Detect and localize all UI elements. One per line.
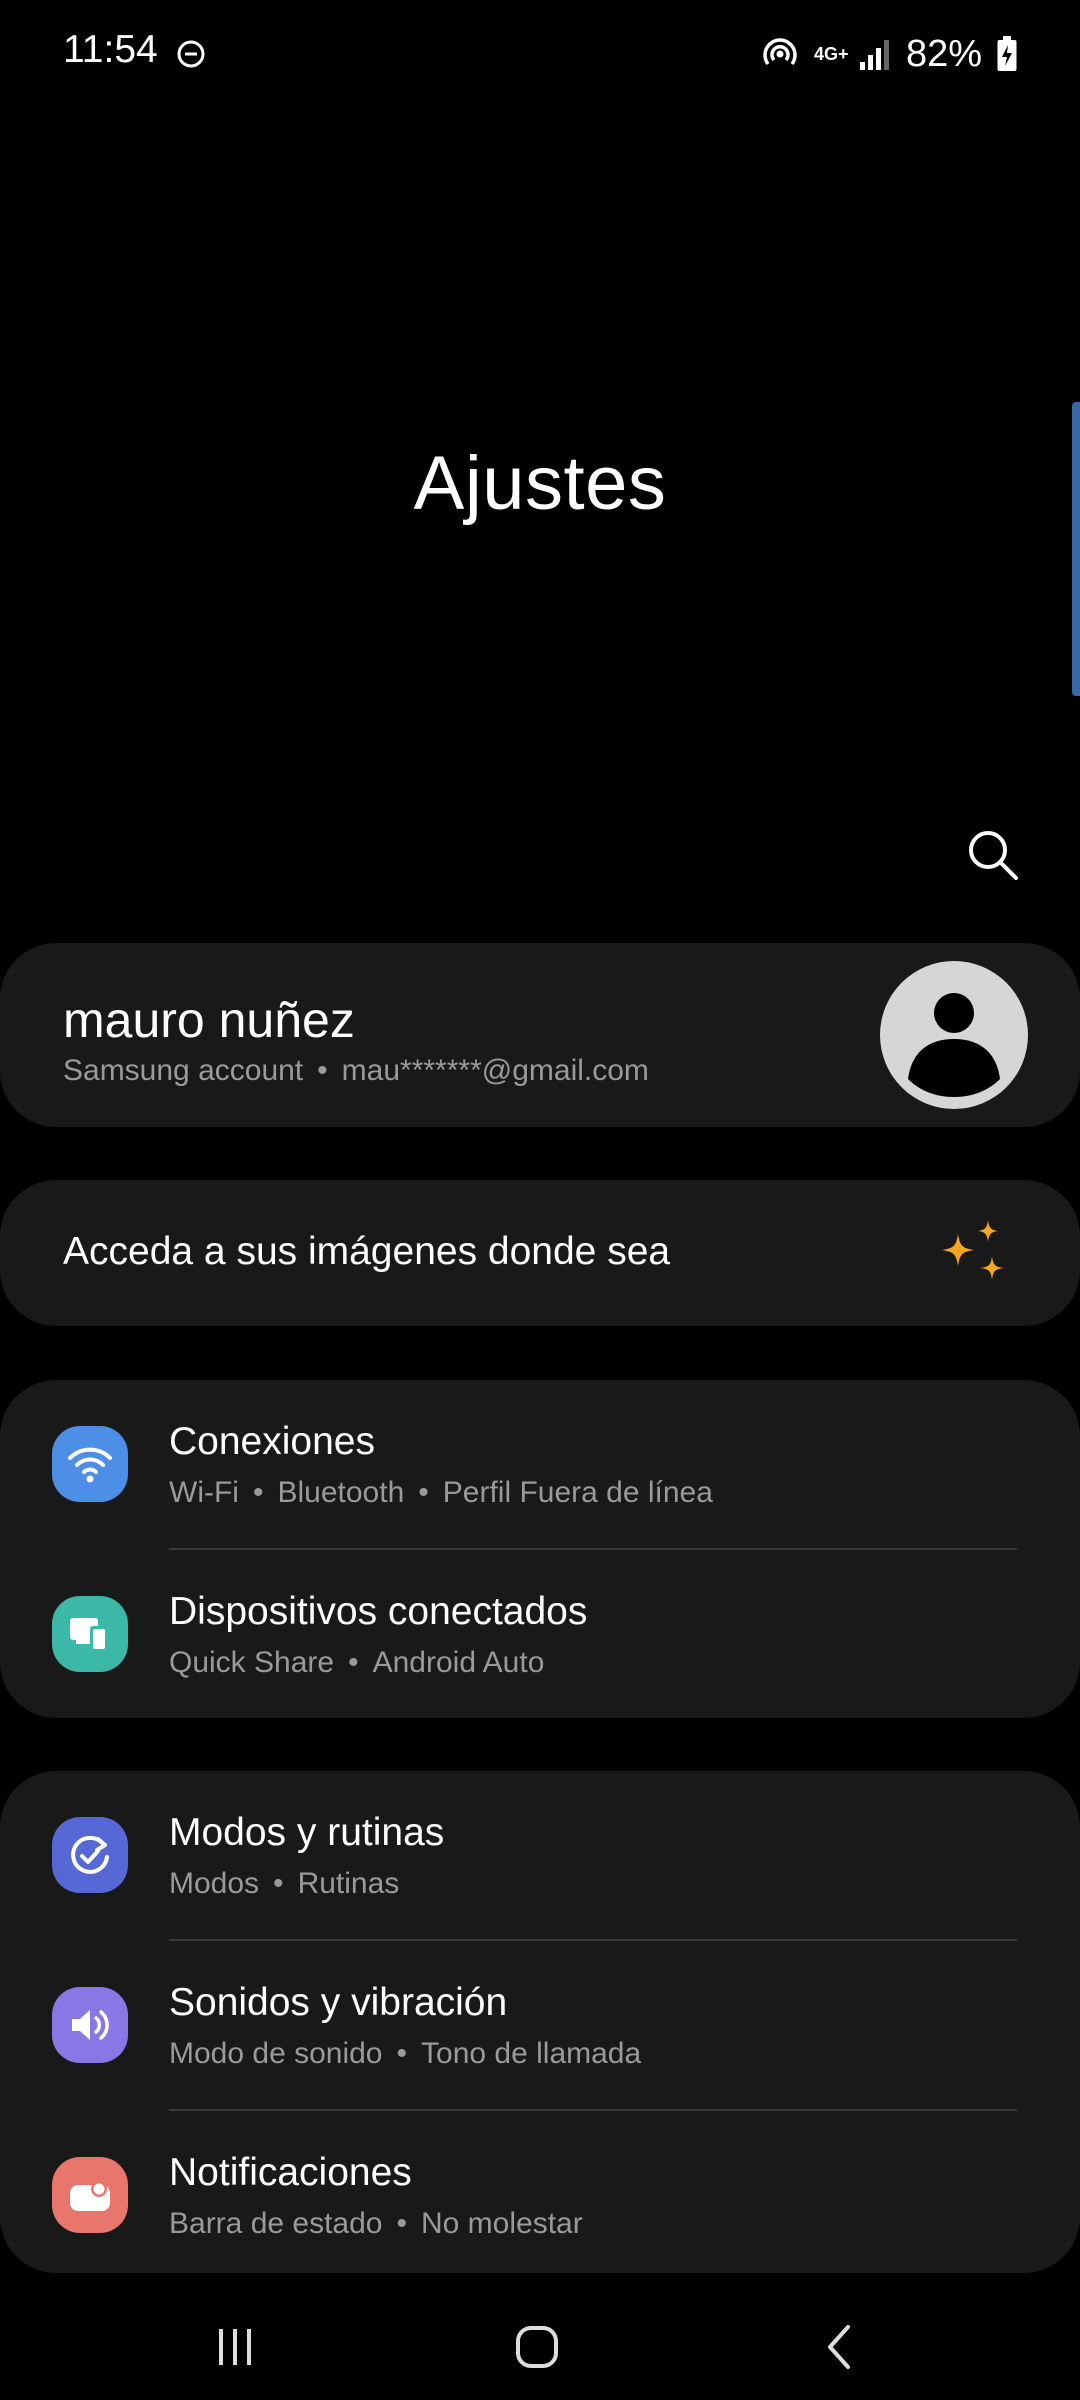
recent-apps-button[interactable] xyxy=(195,2312,275,2382)
status-bar: 11:54 4G+ 82% xyxy=(0,0,1080,110)
setting-item-dispositivos-conectados[interactable]: Dispositivos conectados Quick Share • Andr… xyxy=(0,1550,1080,1718)
setting-subtitle: Modo de sonido • Tono de llamada xyxy=(169,2037,641,2071)
setting-subtitle: Quick Share • Android Auto xyxy=(169,1646,544,1680)
setting-title: Notificaciones xyxy=(169,2151,412,2194)
battery-charging-icon xyxy=(997,36,1017,71)
setting-item-sonidos-vibracion[interactable]: Sonidos y vibración Modo de sonido • Tono … xyxy=(0,1941,1080,2109)
sparkle-icon xyxy=(942,1220,1004,1280)
setting-title: Dispositivos conectados xyxy=(169,1590,588,1633)
page-title: Ajustes xyxy=(413,441,667,526)
separator-dot: • xyxy=(396,2207,407,2240)
subtitle-part: Tono de llamada xyxy=(421,2037,642,2070)
connected-devices-icon xyxy=(52,1596,128,1672)
battery-percent: 82% xyxy=(905,32,982,75)
hotspot-icon xyxy=(763,38,797,66)
subtitle-part: Modo de sonido xyxy=(169,2037,383,2070)
separator-dot: • xyxy=(317,1054,328,1087)
setting-subtitle: Barra de estado • No molestar xyxy=(169,2207,583,2241)
signal-icon xyxy=(859,40,889,70)
account-email: mau*******@gmail.com xyxy=(341,1054,649,1087)
separator-dot: • xyxy=(396,2037,408,2070)
subtitle-part: Perfil Fuera de línea xyxy=(442,1476,713,1509)
back-icon xyxy=(828,2325,850,2369)
setting-title: Conexiones xyxy=(169,1420,375,1463)
account-subtitle: Samsung account • mau*******@gmail.com xyxy=(63,1054,649,1088)
subtitle-part: Quick Share xyxy=(169,1646,335,1679)
promo-card[interactable]: Acceda a sus imágenes donde sea xyxy=(0,1180,1080,1326)
network-type-label: 4G+ xyxy=(813,44,849,64)
status-icons: 4G+ 82% xyxy=(760,26,1018,82)
account-name: mauro nuñez xyxy=(63,992,355,1048)
account-label: Samsung account xyxy=(63,1054,304,1087)
do-not-disturb-icon xyxy=(177,40,205,68)
separator-dot: • xyxy=(348,1646,359,1679)
separator-dot: • xyxy=(252,1476,264,1509)
home-icon xyxy=(516,2326,558,2368)
sound-icon xyxy=(52,1987,128,2063)
search-icon[interactable] xyxy=(966,828,1020,882)
subtitle-part: Rutinas xyxy=(297,1867,400,1900)
promo-text: Acceda a sus imágenes donde sea xyxy=(63,1230,671,1273)
setting-item-notificaciones[interactable]: Notificaciones Barra de estado • No molest… xyxy=(0,2111,1080,2273)
profile-icon xyxy=(908,993,1000,1097)
account-card[interactable]: mauro nuñez Samsung account • mau*******@g… xyxy=(0,943,1080,1127)
subtitle-part: No molestar xyxy=(421,2207,583,2240)
subtitle-part: Modos xyxy=(169,1867,260,1900)
setting-title: Sonidos y vibración xyxy=(169,1981,508,2024)
subtitle-part: Android Auto xyxy=(372,1646,545,1679)
subtitle-part: Barra de estado xyxy=(169,2207,383,2240)
avatar[interactable] xyxy=(880,961,1028,1109)
notifications-icon xyxy=(52,2157,128,2233)
status-time: 11:54 xyxy=(63,28,158,71)
setting-item-conexiones[interactable]: Conexiones Wi-Fi • Bluetooth • Perfil Fuera … xyxy=(0,1380,1080,1548)
home-button[interactable] xyxy=(497,2312,577,2382)
wifi-icon xyxy=(52,1426,128,1502)
subtitle-part: Bluetooth xyxy=(277,1476,405,1509)
scroll-indicator[interactable] xyxy=(1072,402,1080,696)
recent-apps-icon xyxy=(219,2329,251,2365)
setting-subtitle: Wi-Fi • Bluetooth • Perfil Fuera de línea xyxy=(169,1476,713,1510)
subtitle-part: Wi-Fi xyxy=(169,1476,239,1509)
separator-dot: • xyxy=(273,1867,284,1900)
back-button[interactable] xyxy=(800,2312,880,2382)
separator-dot: • xyxy=(418,1476,429,1509)
setting-item-modos-rutinas[interactable]: Modos y rutinas Modos • Rutinas xyxy=(0,1771,1080,1939)
navigation-bar xyxy=(0,2290,1080,2400)
settings-group-1: Conexiones Wi-Fi • Bluetooth • Perfil Fuera … xyxy=(0,1380,1080,1718)
setting-title: Modos y rutinas xyxy=(169,1811,445,1854)
settings-group-2: Modos y rutinas Modos • Rutinas Sonidos y … xyxy=(0,1771,1080,2273)
modes-routines-icon xyxy=(52,1817,128,1893)
setting-subtitle: Modos • Rutinas xyxy=(169,1867,399,1901)
